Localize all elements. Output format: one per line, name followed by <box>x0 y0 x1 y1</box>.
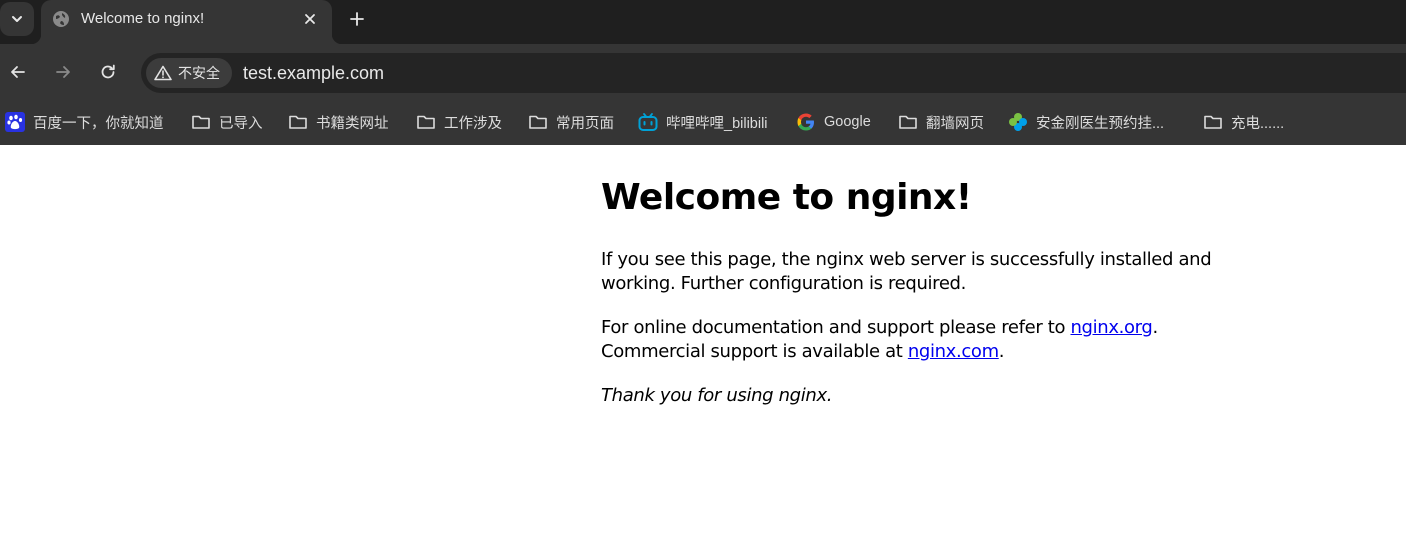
browser-toolbar: 不安全 test.example.com <box>0 44 1406 100</box>
bookmark-label: 已导入 <box>219 115 263 132</box>
bookmark-folder-work[interactable]: 工作涉及 <box>416 108 502 136</box>
bookmark-doctor[interactable]: 安金刚医生预约挂... <box>1008 108 1164 136</box>
folder-icon <box>289 115 307 129</box>
security-label: 不安全 <box>178 65 220 81</box>
page-content: Welcome to nginx! If you see this page, … <box>601 176 1241 428</box>
tab-welcome-nginx[interactable]: Welcome to nginx! <box>31 0 342 44</box>
support-paragraph: For online documentation and support ple… <box>601 316 1241 364</box>
support-text-period: . <box>1152 317 1159 338</box>
bookmark-label: Google <box>824 114 871 130</box>
nginx-com-link[interactable]: nginx.com <box>908 341 999 362</box>
forward-button[interactable] <box>49 58 77 86</box>
commercial-text: Commercial support is available at <box>601 341 908 362</box>
google-icon <box>797 113 814 131</box>
new-tab-button[interactable] <box>344 6 370 32</box>
warning-icon <box>154 65 172 81</box>
tab-strip: Welcome to nginx! <box>0 0 1406 44</box>
baidu-icon <box>5 112 25 132</box>
arrow-left-icon <box>11 66 25 78</box>
bookmark-label: 哔哩哔哩_bilibili <box>666 115 768 132</box>
bookmark-label: 工作涉及 <box>444 115 502 132</box>
tab-close-button[interactable] <box>299 8 321 30</box>
chevron-down-icon <box>12 16 22 22</box>
tab-search-button[interactable] <box>0 2 34 36</box>
bookmark-label: 百度一下，你就知道 <box>33 115 164 132</box>
reload-icon <box>101 64 115 79</box>
support-text: For online documentation and support ple… <box>601 317 1071 338</box>
commercial-text-period: . <box>998 341 1005 362</box>
folder-icon <box>417 115 435 129</box>
bookmark-folder-charge[interactable]: 充电...... <box>1203 108 1284 136</box>
bookmark-folder-common[interactable]: 常用页面 <box>528 108 614 136</box>
tab-title: Welcome to nginx! <box>81 10 205 27</box>
bookmark-baidu[interactable]: 百度一下，你就知道 <box>5 108 164 136</box>
url-text[interactable]: test.example.com <box>243 63 384 84</box>
bookmark-label: 翻墙网页 <box>926 115 984 132</box>
bookmark-google[interactable]: Google <box>796 108 871 136</box>
thanks-paragraph: Thank you for using nginx. <box>601 384 1241 408</box>
bookmark-label: 安金刚医生预约挂... <box>1036 115 1165 132</box>
address-bar[interactable]: 不安全 test.example.com <box>141 53 1406 93</box>
intro-paragraph: If you see this page, the nginx web serv… <box>601 249 1212 294</box>
bookmark-folder-imported[interactable]: 已导入 <box>191 108 263 136</box>
bookmark-folder-vpn[interactable]: 翻墙网页 <box>898 108 984 136</box>
reload-button[interactable] <box>94 58 122 86</box>
globe-icon <box>53 11 69 27</box>
page-heading: Welcome to nginx! <box>601 177 972 218</box>
thanks-text: Thank you for using nginx. <box>601 385 833 406</box>
clover-icon <box>1009 113 1027 131</box>
back-button[interactable] <box>4 58 32 86</box>
bilibili-icon <box>638 113 658 131</box>
arrow-right-icon <box>56 66 70 78</box>
plus-icon <box>350 12 364 26</box>
bookmark-label: 书籍类网址 <box>316 115 389 132</box>
security-indicator[interactable]: 不安全 <box>146 58 232 88</box>
bookmark-label: 常用页面 <box>556 115 614 132</box>
bookmark-label: 充电...... <box>1231 115 1285 132</box>
bookmark-folder-books[interactable]: 书籍类网址 <box>288 108 389 136</box>
folder-icon <box>529 115 547 129</box>
bookmarks-bar: 百度一下，你就知道 已导入 书籍类网址 工作涉及 常用页面 哔哩哔哩_bilib… <box>0 100 1406 145</box>
close-icon <box>305 14 315 24</box>
folder-icon <box>192 115 210 129</box>
folder-icon <box>1204 115 1222 129</box>
nginx-org-link[interactable]: nginx.org <box>1071 317 1153 338</box>
folder-icon <box>899 115 917 129</box>
bookmark-bilibili[interactable]: 哔哩哔哩_bilibili <box>638 108 768 136</box>
